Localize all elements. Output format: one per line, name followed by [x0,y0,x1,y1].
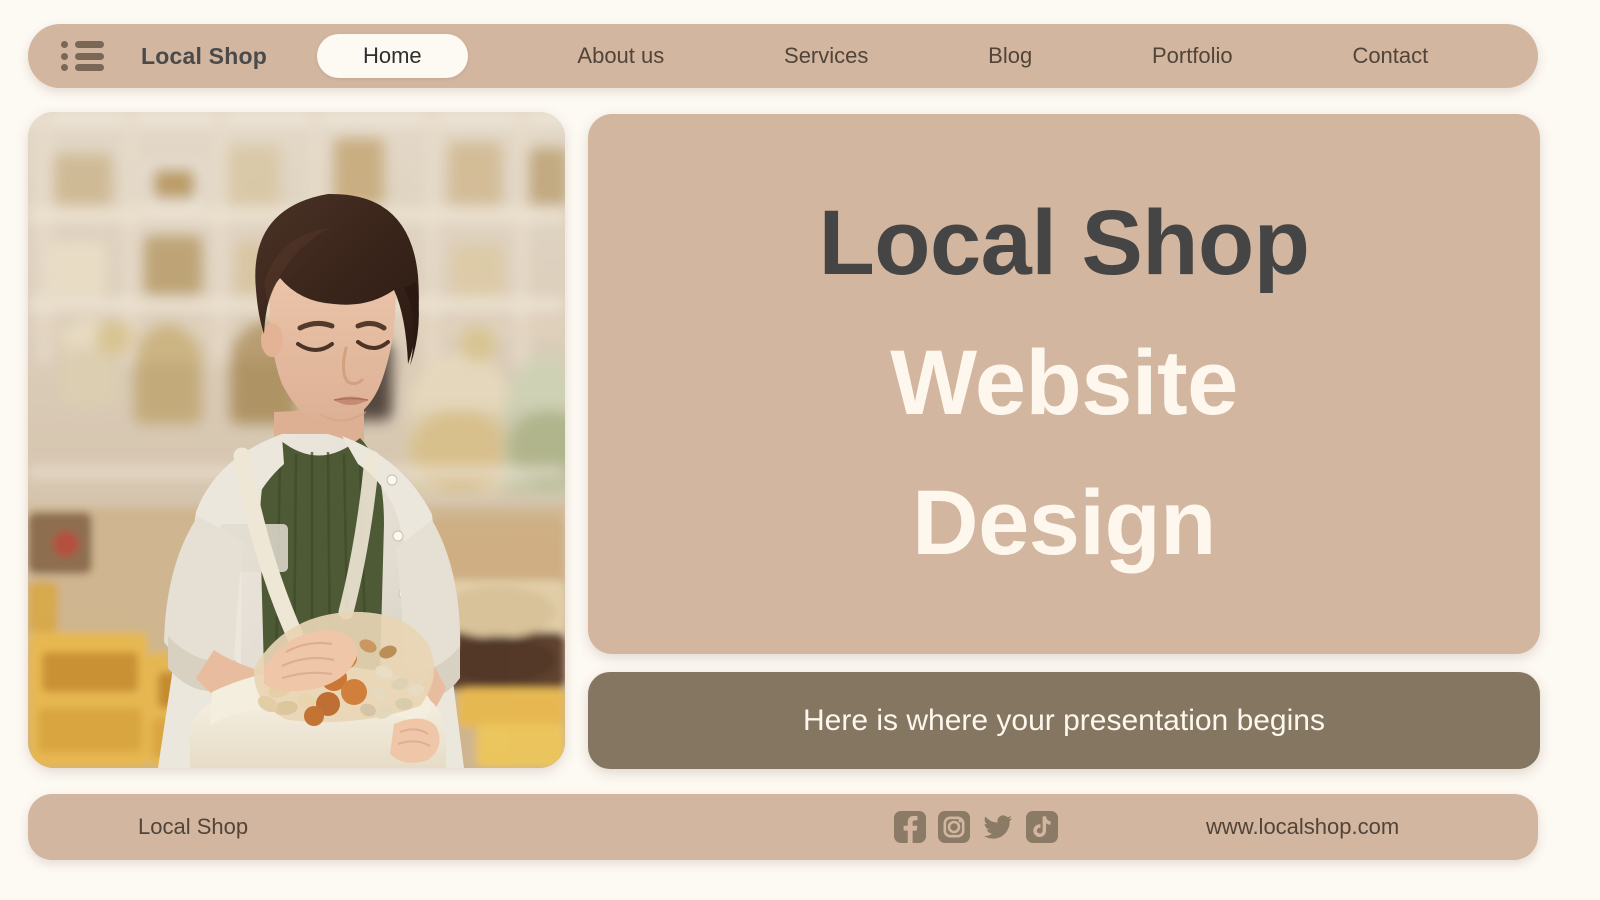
shop-photo-illustration [28,112,565,768]
menu-bar [75,64,104,71]
nav-item-contact[interactable]: Contact [1342,43,1438,69]
hero-title-line-1: Local Shop [818,192,1310,295]
nav-item-blog[interactable]: Blog [978,43,1042,69]
footer-url[interactable]: www.localshop.com [1206,814,1399,840]
twitter-icon[interactable] [981,810,1015,844]
footer-brand: Local Shop [138,814,249,839]
footer-bar: Local Shop www.localshop.com [28,794,1538,860]
menu-bar [75,52,104,60]
list-menu-icon[interactable] [61,41,105,71]
instagram-icon[interactable] [937,810,971,844]
social-links [893,810,1059,844]
menu-dot [61,64,68,71]
slide-canvas: Local Shop Home About us Services Blog P… [0,0,1600,900]
hero-photo [28,112,565,768]
facebook-icon[interactable] [893,810,927,844]
top-navigation-bar: Local Shop Home About us Services Blog P… [28,24,1538,88]
menu-row [61,52,105,60]
navbar-links: Home About us Services Blog Portfolio Co… [316,34,1538,78]
nav-item-services[interactable]: Services [774,43,878,69]
nav-item-about-us[interactable]: About us [567,43,674,69]
menu-bar [75,41,104,48]
subtitle-bar: Here is where your presentation begins [588,672,1540,769]
hero-title-line-2: Website [890,332,1238,435]
menu-dot [61,41,68,48]
hero-title-card: Local Shop Website Design [588,114,1540,654]
menu-row [61,41,105,48]
nav-item-home[interactable]: Home [316,34,468,78]
hero-title-line-3: Design [912,471,1216,574]
navbar-brand[interactable]: Local Shop [141,43,267,70]
nav-item-portfolio[interactable]: Portfolio [1142,43,1243,69]
menu-row [61,64,105,71]
tiktok-icon[interactable] [1025,810,1059,844]
subtitle-text: Here is where your presentation begins [803,703,1325,737]
menu-dot [61,52,68,60]
